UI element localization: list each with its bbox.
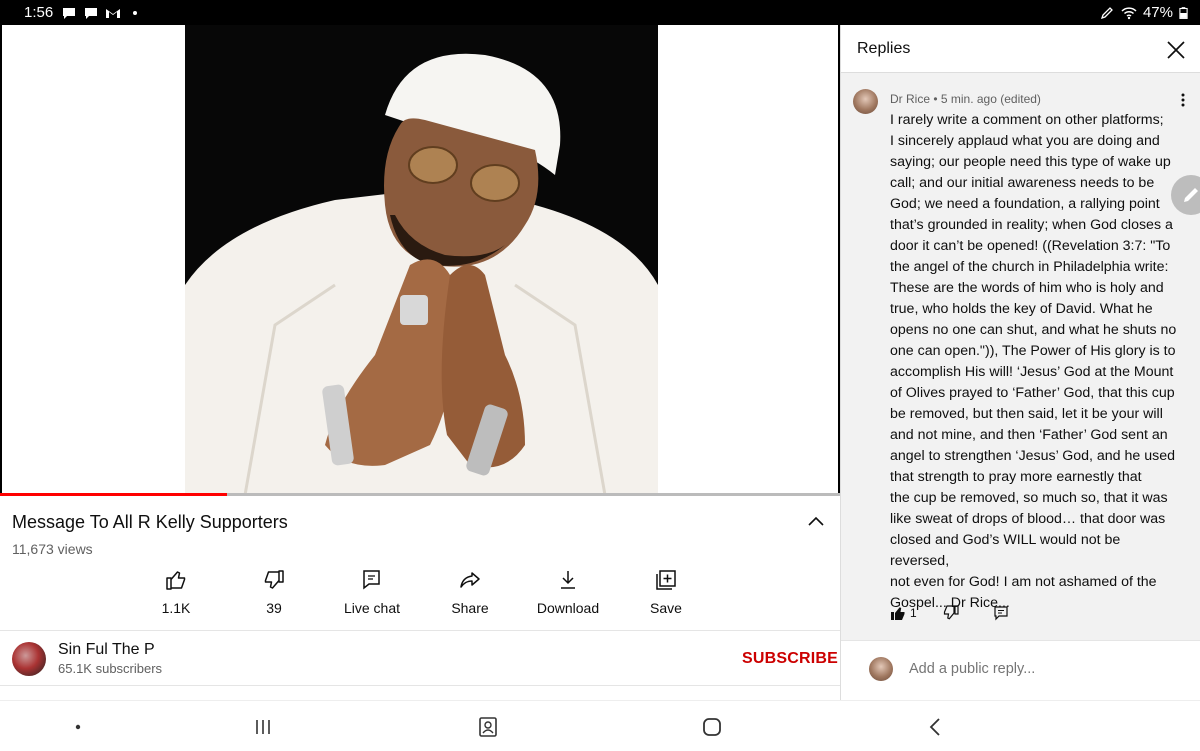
dislike-count: 39 [266, 600, 282, 616]
battery-percent: 47% [1142, 4, 1173, 21]
reply-bar [841, 640, 1200, 700]
replies-title: Replies [857, 40, 911, 57]
comment-line: not even for God! I am not ashamed of th… [890, 574, 1157, 590]
channel-avatar[interactable] [12, 641, 46, 676]
live-chat-button[interactable]: Live chat [323, 568, 421, 616]
save-button[interactable]: Save [617, 568, 715, 616]
back-icon[interactable] [924, 715, 948, 739]
pen-icon [1100, 6, 1113, 19]
close-icon[interactable] [1165, 39, 1187, 61]
wifi-icon [1121, 6, 1137, 19]
share-button[interactable]: Share [421, 568, 519, 616]
thumbs-down-icon [264, 570, 284, 589]
video-progress-fill [0, 493, 227, 496]
subscribe-button[interactable]: SUBSCRIBE [742, 650, 838, 668]
replies-panel: Replies Dr Rice • 5 min. ago (edited) I … [840, 25, 1200, 700]
download-button[interactable]: Download [519, 568, 617, 616]
channel-row[interactable]: Sin Ful The P 65.1K subscribers [12, 641, 162, 676]
chat-notification-icon [85, 7, 98, 19]
more-options-icon[interactable] [1177, 91, 1189, 109]
comment-line: I rarely write a comment on other platfo… [890, 112, 1164, 128]
comment-line: I sincerely applaud what you are doing a… [890, 133, 1160, 149]
chevron-up-icon[interactable] [806, 512, 826, 532]
comment-line: God; we need a foundation, a rallying po… [890, 196, 1160, 212]
divider [0, 630, 840, 631]
pencil-icon [1184, 188, 1198, 202]
comment-line: and not mine, and then ‘Father’ God sent… [890, 427, 1168, 443]
save-label: Save [650, 600, 682, 616]
chat-notification-icon [63, 7, 76, 19]
comment-line: of Olives prayed to ‘Father’ God, that t… [890, 385, 1175, 401]
thumbs-down-icon[interactable] [943, 605, 959, 621]
dot-icon [133, 10, 138, 15]
dislike-button[interactable]: 39 [225, 568, 323, 616]
battery-icon [1179, 6, 1188, 19]
like-button[interactable]: 1.1K [127, 568, 225, 616]
system-nav-bar [0, 700, 1200, 751]
channel-name[interactable]: Sin Ful The P [58, 641, 162, 659]
chat-icon [363, 570, 380, 590]
nav-dot-icon[interactable] [66, 715, 90, 739]
comment-line: be removed, but then said, let it be you… [890, 406, 1163, 422]
download-label: Download [536, 600, 600, 616]
video-title: Message To All R Kelly Supporters [12, 512, 288, 532]
video-player[interactable] [0, 25, 840, 495]
comment-line: true, who holds the key of David. What h… [890, 301, 1153, 317]
replies-header: Replies [841, 25, 1200, 73]
divider [0, 685, 840, 686]
action-bar: 1.1K 39 Live chat Share Download Save [127, 568, 715, 616]
screen: 1:56 47% Message To All R Kelly Supporte… [0, 0, 1200, 751]
comment-line: the cup be removed, so much so, that it … [890, 490, 1168, 506]
comment-line: closed and God’s WILL would not be rever… [890, 532, 1121, 569]
comment-line: one can open.")), The Power of His glory… [890, 343, 1176, 359]
comment-text: I rarely write a comment on other platfo… [890, 110, 1182, 614]
gmail-icon [106, 8, 121, 18]
share-label: Share [451, 600, 489, 616]
comment-line: door it can’t be opened! ((Revelation 3:… [890, 238, 1171, 254]
thumbs-up-filled-icon[interactable] [890, 605, 906, 621]
recent-apps-icon[interactable] [251, 715, 275, 739]
comment-line: call; and our initial awareness needs to… [890, 175, 1155, 191]
comment-line: that strength to pray more earnestly tha… [890, 469, 1142, 485]
commenter-avatar[interactable] [853, 89, 878, 114]
comment-line: opens no one can shut, and what he shuts… [890, 322, 1177, 338]
thumbs-up-icon [166, 571, 186, 590]
download-icon [561, 571, 575, 589]
subscriber-count: 65.1K subscribers [58, 661, 163, 676]
like-count: 1.1K [161, 600, 191, 616]
comment-actions: 1 [890, 605, 1009, 621]
edit-button[interactable] [1171, 175, 1200, 215]
comment-line: like sweat of drops of blood… that door … [890, 511, 1166, 527]
comment-line: angel to strengthen ‘Jesus’ God, and he … [890, 448, 1175, 464]
view-count: 11,673 views [12, 541, 93, 557]
status-bar: 1:56 47% [0, 0, 1200, 25]
share-icon [460, 572, 480, 588]
reply-icon[interactable] [993, 605, 1009, 621]
comment-like-count: 1 [910, 606, 917, 620]
add-to-playlist-icon [656, 570, 676, 590]
comment-line: saying; our people need this type of wak… [890, 154, 1171, 170]
comment-line: These are the words of him who is holy a… [890, 280, 1164, 296]
home-icon[interactable] [700, 715, 724, 739]
live-chat-label: Live chat [343, 600, 401, 616]
user-avatar [869, 657, 893, 681]
video-thumbnail-image [185, 25, 658, 493]
comment-line: that’s grounded in reality; when God clo… [890, 217, 1173, 233]
video-progress-bar[interactable] [0, 493, 840, 496]
comment-line: the angel of the church in Philadelphia … [890, 259, 1169, 275]
assistant-icon[interactable] [476, 715, 500, 739]
reply-input[interactable] [909, 661, 1169, 677]
comment-meta: Dr Rice • 5 min. ago (edited) [890, 92, 1041, 106]
clock: 1:56 [24, 4, 54, 21]
comment-line: accomplish His will! ‘Jesus’ God at the … [890, 364, 1174, 380]
